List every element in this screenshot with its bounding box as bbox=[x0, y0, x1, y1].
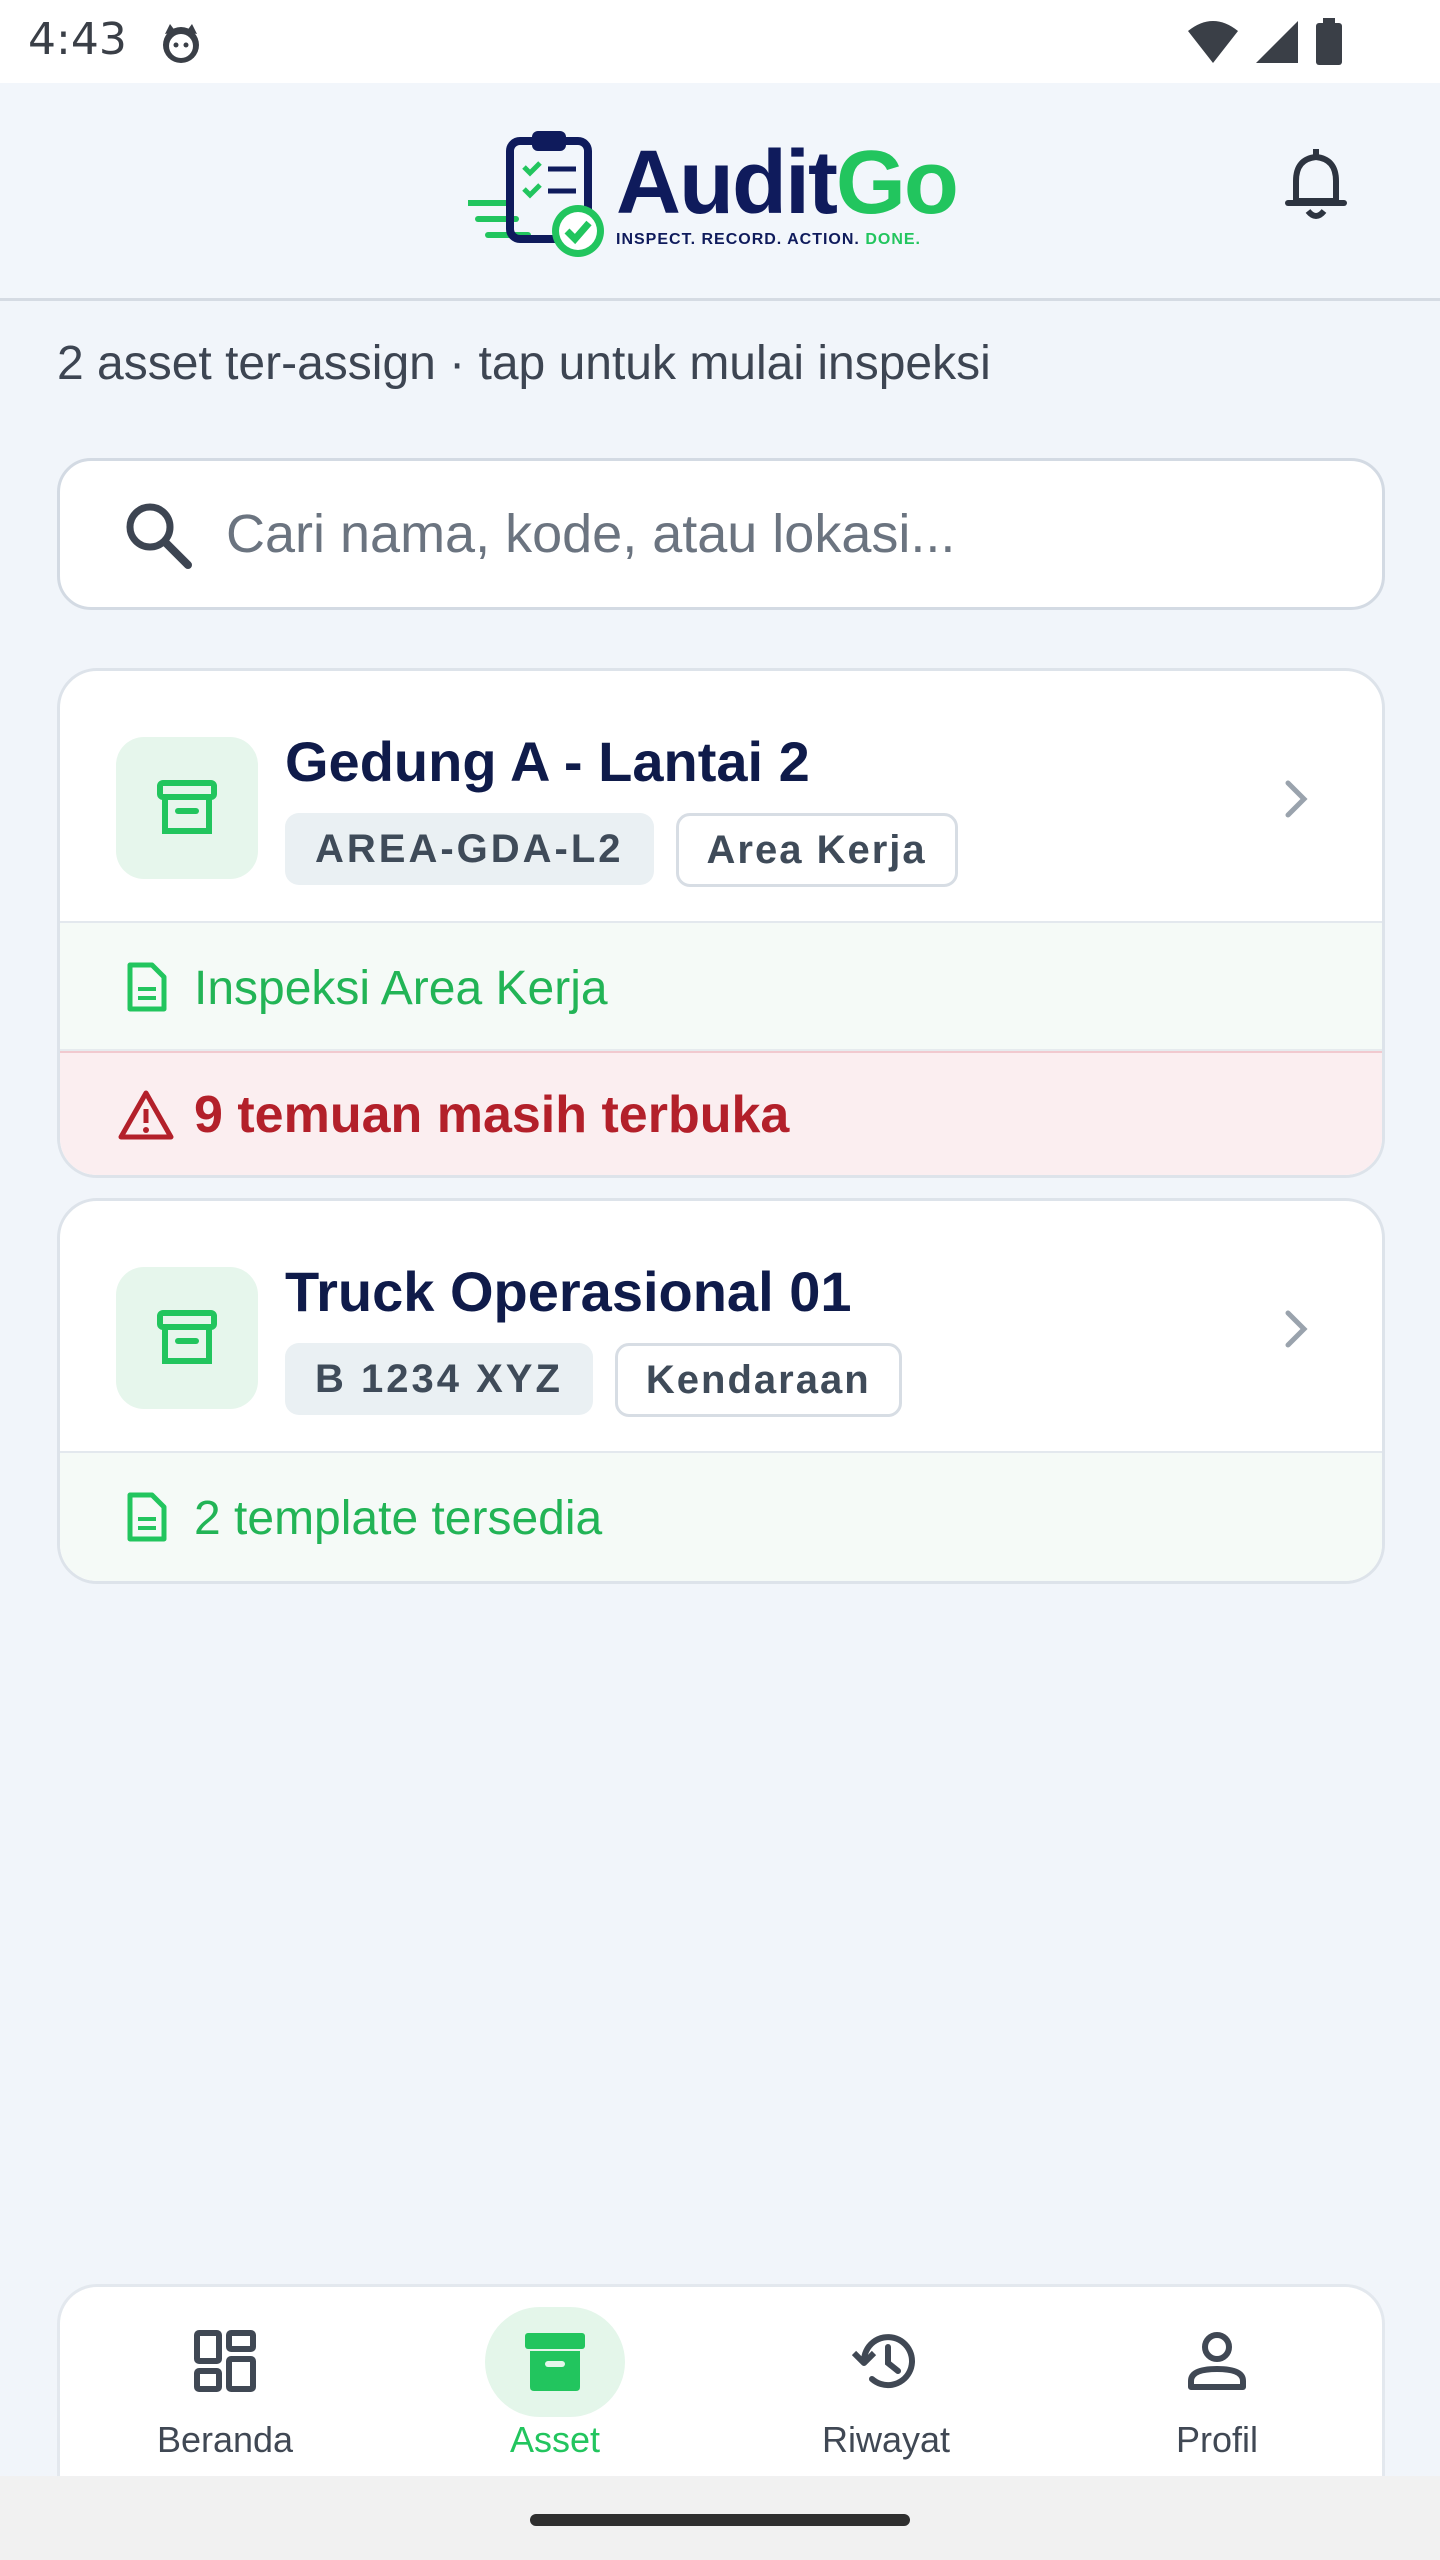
nav-label: Asset bbox=[509, 2419, 601, 2460]
app-header: AuditGo INSPECT. RECORD. ACTION. DONE. bbox=[0, 83, 1440, 301]
dashboard-icon bbox=[194, 2330, 256, 2392]
clipboard-check-icon bbox=[465, 131, 604, 257]
archive-icon bbox=[525, 2333, 585, 2391]
asset-card[interactable]: Gedung A - Lantai 2 AREA-GDA-L2 Area Ker… bbox=[57, 668, 1385, 1178]
asset-code-badge: AREA-GDA-L2 bbox=[285, 813, 654, 885]
chevron-right-icon[interactable] bbox=[1272, 1305, 1320, 1353]
asset-name: Gedung A - Lantai 2 bbox=[285, 730, 810, 793]
document-icon bbox=[127, 1492, 167, 1542]
search-icon bbox=[126, 503, 192, 569]
logo-wordmark: AuditGo bbox=[616, 133, 959, 233]
nav-label: Profil bbox=[1175, 2419, 1259, 2460]
signal-icon bbox=[1256, 21, 1298, 63]
person-icon bbox=[1188, 2332, 1246, 2390]
nav-item-beranda[interactable]: Beranda bbox=[60, 2287, 390, 2477]
asset-summary-text: 2 asset ter-assign · tap untuk mulai ins… bbox=[57, 337, 991, 390]
template-row[interactable]: Inspeksi Area Kerja bbox=[60, 923, 1382, 1051]
asset-icon-container bbox=[116, 1267, 258, 1409]
asset-tags: AREA-GDA-L2 Area Kerja bbox=[285, 813, 958, 887]
archive-icon bbox=[157, 780, 217, 834]
status-icons bbox=[1186, 18, 1344, 66]
nav-label: Riwayat bbox=[821, 2419, 951, 2460]
bottom-navigation: Beranda Asset Riwayat Profil bbox=[57, 2284, 1385, 2480]
asset-icon-container bbox=[116, 737, 258, 879]
search-box[interactable] bbox=[57, 458, 1385, 610]
asset-code-badge: B 1234 XYZ bbox=[285, 1343, 593, 1415]
home-gesture-bar[interactable] bbox=[530, 2514, 910, 2526]
battery-icon bbox=[1316, 18, 1342, 65]
asset-name: Truck Operasional 01 bbox=[285, 1260, 852, 1323]
nav-item-asset[interactable]: Asset bbox=[390, 2287, 720, 2477]
nav-item-riwayat[interactable]: Riwayat bbox=[721, 2287, 1051, 2477]
logo-tagline: INSPECT. RECORD. ACTION. DONE. bbox=[616, 231, 921, 248]
chevron-right-icon[interactable] bbox=[1272, 775, 1320, 823]
history-icon bbox=[852, 2334, 915, 2389]
bell-icon[interactable] bbox=[1282, 143, 1350, 223]
warning-icon bbox=[118, 1090, 174, 1140]
template-label: Inspeksi Area Kerja bbox=[194, 962, 608, 1015]
status-time: 4:43 bbox=[28, 14, 127, 65]
asset-tags: B 1234 XYZ Kendaraan bbox=[285, 1343, 902, 1417]
asset-type-badge: Kendaraan bbox=[614, 1343, 902, 1417]
asset-card-header[interactable]: Gedung A - Lantai 2 AREA-GDA-L2 Area Ker… bbox=[60, 671, 1382, 923]
wifi-icon bbox=[1188, 21, 1238, 63]
open-findings-alert[interactable]: 9 temuan masih terbuka bbox=[60, 1051, 1382, 1175]
asset-card-header[interactable]: Truck Operasional 01 B 1234 XYZ Kendaraa… bbox=[60, 1201, 1382, 1453]
nav-label: Beranda bbox=[156, 2419, 294, 2460]
template-row[interactable]: 2 template tersedia bbox=[60, 1453, 1382, 1581]
asset-card[interactable]: Truck Operasional 01 B 1234 XYZ Kendaraa… bbox=[57, 1198, 1385, 1584]
status-bar: 4:43 bbox=[0, 0, 1440, 83]
asset-type-badge: Area Kerja bbox=[675, 813, 958, 887]
open-findings-text: 9 temuan masih terbuka bbox=[194, 1086, 790, 1144]
search-input[interactable] bbox=[226, 461, 1346, 607]
app-logo: AuditGo INSPECT. RECORD. ACTION. DONE. bbox=[465, 127, 988, 267]
document-icon bbox=[127, 962, 167, 1012]
nav-item-profil[interactable]: Profil bbox=[1052, 2287, 1382, 2477]
template-label: 2 template tersedia bbox=[194, 1492, 603, 1545]
archive-icon bbox=[157, 1310, 217, 1364]
cat-app-icon bbox=[163, 24, 199, 63]
